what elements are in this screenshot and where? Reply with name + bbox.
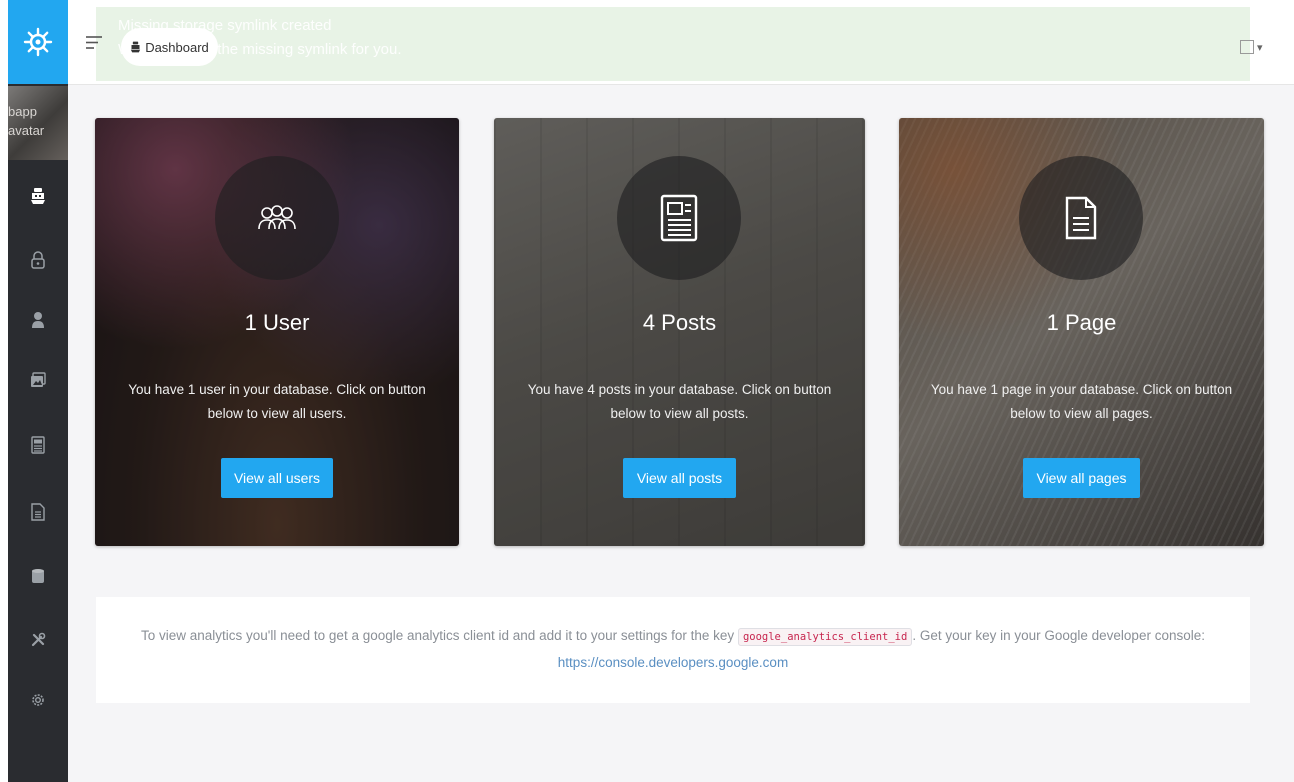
avatar-alt-text: avatar	[8, 123, 45, 138]
posts-count-title: 4 Posts	[642, 310, 717, 335]
database-icon	[32, 569, 44, 583]
sidebar-item-dashboard[interactable]	[8, 176, 68, 216]
person-icon	[32, 312, 44, 328]
avatar-alt-text: bapp	[8, 104, 37, 119]
images-icon	[31, 372, 46, 387]
sidebar-item-users[interactable]	[8, 300, 68, 340]
sidebar-item-tools[interactable]	[8, 620, 68, 660]
posts-icon-circle	[617, 156, 741, 280]
sidebar-item-media[interactable]	[8, 360, 68, 400]
tools-icon	[31, 632, 46, 647]
sidebar: bapp avatar	[8, 0, 68, 782]
profile-menu[interactable]: ▾	[1240, 40, 1263, 54]
symlink-alert: Missing storage symlink created We've cr…	[96, 7, 1250, 81]
alert-title: Missing storage symlink created	[118, 17, 332, 34]
users-icon-circle	[215, 156, 339, 280]
users-description: You have 1 user in your database. Click …	[128, 382, 426, 421]
analytics-notice: To view analytics you'll need to get a g…	[96, 597, 1250, 703]
posts-description: You have 4 posts in your database. Click…	[527, 382, 832, 421]
sidebar-item-settings[interactable]	[8, 680, 68, 720]
window-edge	[0, 0, 8, 782]
pages-count-title: 1 Page	[1046, 310, 1117, 335]
analytics-text-after: . Get your key in your Google developer …	[912, 628, 1205, 643]
sidebar-item-pages[interactable]	[8, 492, 68, 532]
sidebar-item-posts[interactable]	[8, 425, 68, 465]
hamburger-icon	[86, 36, 102, 49]
file-icon	[31, 503, 45, 521]
breadcrumb[interactable]: Dashboard	[121, 28, 218, 66]
sidebar-item-roles[interactable]	[8, 240, 68, 280]
breadcrumb-dashboard: Dashboard	[145, 39, 209, 55]
boat-icon	[31, 188, 45, 204]
people-icon	[258, 205, 296, 230]
view-all-posts-button[interactable]: View all posts	[623, 458, 736, 498]
app-logo[interactable]	[8, 0, 68, 84]
profile-picture	[1240, 40, 1254, 54]
sidebar-item-categories[interactable]	[8, 556, 68, 596]
pages-icon-circle	[1019, 156, 1143, 280]
user-avatar[interactable]: bapp avatar	[8, 86, 68, 160]
pages-card: 1 Page You have 1 page in your database.…	[899, 118, 1264, 546]
chevron-down-icon: ▾	[1257, 41, 1263, 54]
helm-icon	[23, 27, 53, 57]
file-icon	[1065, 196, 1097, 240]
analytics-key-code: google_analytics_client_id	[737, 628, 913, 646]
settings-icon	[32, 694, 44, 706]
analytics-text: To view analytics you'll need to get a g…	[141, 628, 735, 643]
users-card: 1 User You have 1 user in your database.…	[95, 118, 459, 546]
menu-toggle-button[interactable]	[86, 36, 102, 54]
news-icon	[660, 194, 698, 242]
view-all-users-button[interactable]: View all users	[221, 458, 333, 498]
posts-card: 4 Posts You have 4 posts in your databas…	[494, 118, 865, 546]
lock-icon	[31, 251, 45, 269]
users-count-title: 1 User	[244, 310, 310, 335]
alert-message: We've created the missing symlink for yo…	[118, 41, 402, 58]
google-console-link[interactable]: https://console.developers.google.com	[558, 655, 788, 670]
view-all-pages-button[interactable]: View all pages	[1023, 458, 1140, 498]
boat-icon	[131, 41, 141, 53]
pages-description: You have 1 page in your database. Click …	[930, 382, 1233, 421]
news-icon	[31, 436, 45, 454]
